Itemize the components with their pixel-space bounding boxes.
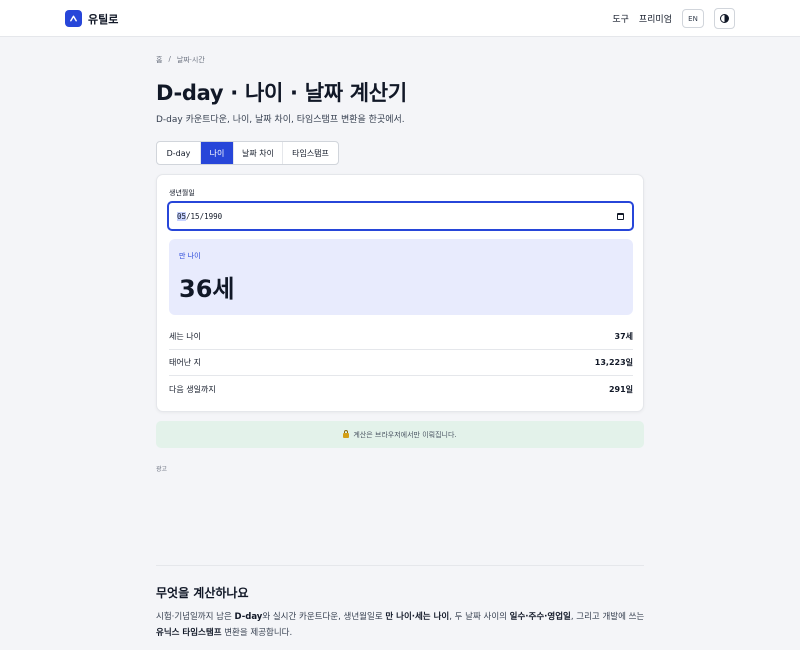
birthdate-input[interactable]: 05/15/1990 [167, 201, 634, 231]
top-bar: 유틸로 도구 프리미엄 EN [0, 0, 800, 37]
ad-label: 광고 [156, 466, 168, 473]
birthdate-month[interactable]: 05 [177, 211, 187, 221]
breadcrumb-current[interactable]: 날짜·시간 [177, 55, 205, 65]
top-nav: 도구 프리미엄 EN [612, 8, 735, 29]
page-subtitle: D-day 카운트다운, 나이, 날짜 차이, 타임스탬프 변환을 한곳에서. [156, 115, 405, 125]
calculator-tabs: D-day 나이 날짜 차이 타임스탬프 [156, 141, 339, 165]
about-text: , 두 날짜 사이의 [449, 612, 510, 622]
about-title: 무엇을 계산하나요 [156, 586, 249, 600]
next-birthday-row: 다음 생일까지 291일 [169, 376, 633, 402]
tab-age[interactable]: 나이 [201, 142, 234, 164]
lock-icon [343, 430, 350, 438]
about-text: 변환을 제공합니다. [221, 628, 293, 638]
tab-dday[interactable]: D-day [157, 142, 201, 164]
breadcrumb: 홈 / 날짜·시간 [156, 55, 205, 65]
nav-premium-link[interactable]: 프리미엄 [639, 12, 672, 25]
days-since-birth-row: 태어난 지 13,223일 [169, 349, 633, 375]
breadcrumb-separator: / [168, 55, 171, 63]
about-text: 와 실시간 카운트다운, 생년월일로 [262, 612, 386, 622]
row-value: 37세 [614, 331, 634, 341]
section-divider [156, 565, 644, 566]
result-panel: 만 나이 36세 [169, 239, 633, 315]
birthdate-value: 05/15/1990 [177, 211, 222, 221]
about-text: 시험·기념일까지 남은 [156, 612, 235, 622]
korean-age-row: 세는 나이 37세 [169, 323, 633, 349]
row-label: 다음 생일까지 [169, 384, 216, 394]
about-text-bold: 일수·주수·영업일 [509, 612, 571, 622]
nav-tools-link[interactable]: 도구 [612, 12, 629, 25]
row-label: 세는 나이 [169, 331, 201, 341]
birthdate-label: 생년월일 [169, 189, 195, 197]
tab-timestamp[interactable]: 타임스탬프 [283, 142, 338, 164]
row-value: 291일 [608, 384, 633, 394]
about-text-bold: 만 나이·세는 나이 [385, 612, 450, 622]
half-circle-icon [720, 14, 729, 23]
result-value: 36세 [179, 275, 235, 303]
age-calculator-card: 생년월일 05/15/1990 만 나이 36세 세는 나이 37세 태어난 지… [156, 174, 644, 412]
theme-toggle-button[interactable] [714, 8, 735, 29]
birthdate-day-year[interactable]: /15/1990 [186, 212, 222, 221]
tab-date-diff[interactable]: 날짜 차이 [234, 142, 283, 164]
privacy-notice: 계산은 브라우저에서만 이뤄집니다. [156, 421, 644, 448]
about-text-bold: 유닉스 타임스탬프 [156, 628, 222, 638]
privacy-notice-text: 계산은 브라우저에서만 이뤄집니다. [353, 430, 457, 439]
about-text: , 그리고 개발에 쓰는 [570, 612, 645, 622]
calendar-icon[interactable] [617, 212, 624, 220]
row-label: 태어난 지 [169, 357, 201, 367]
brand-logo[interactable]: 유틸로 [65, 10, 118, 27]
about-text-bold: D-day [234, 612, 263, 622]
about-body: 시험·기념일까지 남은 D-day와 실시간 카운트다운, 생년월일로 만 나이… [156, 609, 646, 641]
page-title: D-day · 나이 · 날짜 계산기 [156, 81, 407, 105]
logo-icon [65, 10, 82, 27]
language-button[interactable]: EN [682, 9, 704, 28]
row-value: 13,223일 [594, 357, 633, 367]
brand-name: 유틸로 [88, 12, 119, 26]
breadcrumb-home[interactable]: 홈 [156, 55, 162, 65]
result-label: 만 나이 [179, 252, 201, 260]
